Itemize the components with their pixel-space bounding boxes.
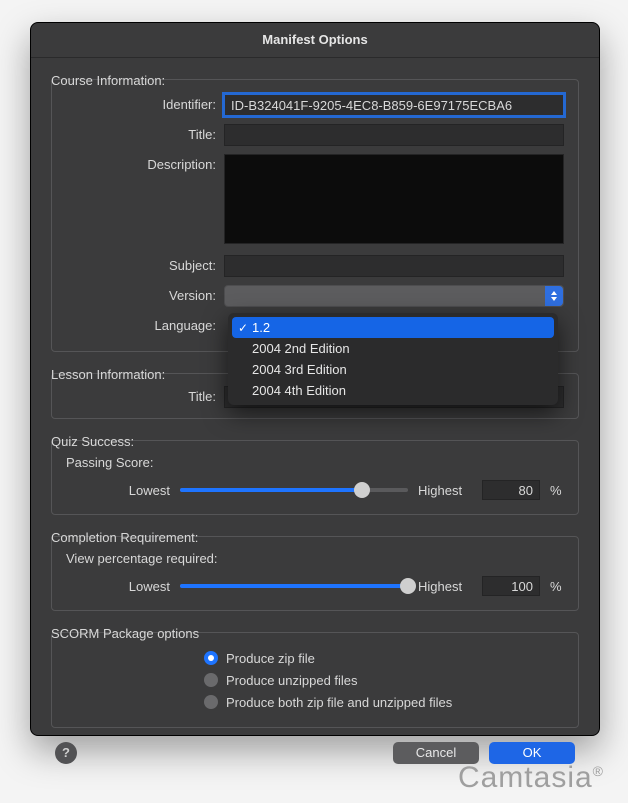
- radio-produce-unzipped[interactable]: Produce unzipped files: [204, 669, 564, 691]
- course-information-group: Course Information: Identifier: Title: D…: [51, 64, 579, 352]
- radio-label: Produce zip file: [226, 651, 315, 666]
- lesson-title-label: Title:: [66, 386, 224, 408]
- completion-lowest-label: Lowest: [106, 579, 170, 594]
- version-popup[interactable]: [224, 285, 564, 307]
- quiz-lowest-label: Lowest: [106, 483, 170, 498]
- quiz-unit: %: [550, 483, 564, 498]
- lesson-information-label: Lesson Information:: [51, 367, 171, 382]
- radio-label: Produce unzipped files: [226, 673, 358, 688]
- course-title-label: Title:: [66, 124, 224, 146]
- version-menu: ✓ 1.2 2004 2nd Edition 2004 3rd Edition …: [228, 313, 558, 405]
- course-title-field[interactable]: [224, 124, 564, 146]
- subject-label: Subject:: [66, 255, 224, 277]
- course-information-label: Course Information:: [51, 73, 171, 88]
- camtasia-watermark: Camtasia®: [458, 761, 604, 795]
- radio-label: Produce both zip file and unzipped files: [226, 695, 452, 710]
- quiz-success-label: Quiz Success:: [51, 434, 140, 449]
- completion-requirement-label: Completion Requirement:: [51, 530, 204, 545]
- radio-produce-both[interactable]: Produce both zip file and unzipped files: [204, 691, 564, 713]
- menu-item-label: 2004 3rd Edition: [252, 362, 347, 377]
- scorm-package-label: SCORM Package options: [51, 626, 205, 641]
- menu-item-label: 2004 2nd Edition: [252, 341, 350, 356]
- version-option-2004-2nd[interactable]: 2004 2nd Edition: [228, 338, 558, 359]
- completion-highest-label: Highest: [418, 579, 472, 594]
- version-option-2004-3rd[interactable]: 2004 3rd Edition: [228, 359, 558, 380]
- check-icon: ✓: [238, 321, 248, 335]
- help-button[interactable]: ?: [55, 742, 77, 764]
- version-option-1.2[interactable]: ✓ 1.2: [232, 317, 554, 338]
- completion-unit: %: [550, 579, 564, 594]
- language-label: Language:: [66, 315, 224, 337]
- quiz-highest-label: Highest: [418, 483, 472, 498]
- radio-icon: [204, 673, 218, 687]
- radio-produce-zip[interactable]: Produce zip file: [204, 647, 564, 669]
- identifier-label: Identifier:: [66, 94, 224, 116]
- dialog-footer: ? Cancel OK: [51, 736, 579, 764]
- passing-score-value[interactable]: [482, 480, 540, 500]
- scorm-package-group: SCORM Package options Produce zip file P…: [51, 617, 579, 728]
- version-label: Version:: [66, 285, 224, 307]
- passing-score-label: Passing Score:: [66, 455, 564, 470]
- identifier-field[interactable]: [224, 94, 564, 116]
- quiz-success-group: Quiz Success: Passing Score: Lowest High…: [51, 425, 579, 515]
- view-percentage-label: View percentage required:: [66, 551, 564, 566]
- view-percentage-slider[interactable]: [180, 576, 408, 596]
- passing-score-slider[interactable]: [180, 480, 408, 500]
- completion-requirement-group: Completion Requirement: View percentage …: [51, 521, 579, 611]
- updown-icon: [545, 286, 563, 306]
- subject-field[interactable]: [224, 255, 564, 277]
- radio-icon: [204, 651, 218, 665]
- description-field[interactable]: [224, 154, 564, 244]
- version-option-2004-4th[interactable]: 2004 4th Edition: [228, 380, 558, 401]
- menu-item-label: 1.2: [252, 320, 270, 335]
- description-label: Description:: [66, 154, 224, 176]
- radio-icon: [204, 695, 218, 709]
- manifest-options-dialog: Manifest Options Course Information: Ide…: [30, 22, 600, 736]
- window-title: Manifest Options: [31, 23, 599, 58]
- menu-item-label: 2004 4th Edition: [252, 383, 346, 398]
- view-percentage-value[interactable]: [482, 576, 540, 596]
